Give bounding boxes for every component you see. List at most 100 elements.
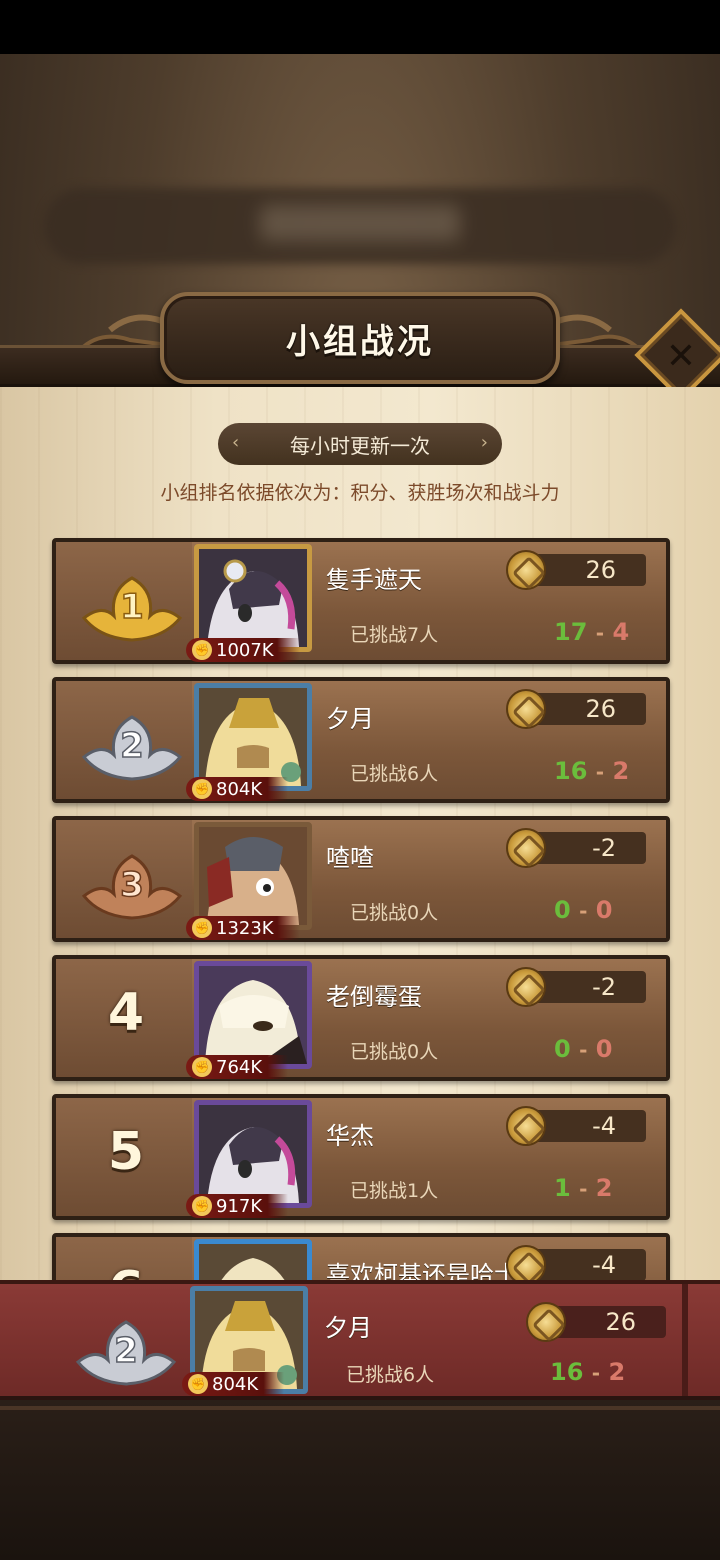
ranking-row[interactable]: 2 ✊ 804K 夕月 26 已挑战6人 16 - 2 — [52, 677, 670, 803]
self-bar-edge — [682, 1284, 688, 1396]
record-separator: - — [595, 760, 605, 784]
player-name: 夕月 — [324, 1314, 372, 1342]
avatar-portrait — [199, 549, 307, 647]
power-value: 764K — [216, 1056, 263, 1078]
rank-number: 1 — [120, 587, 144, 627]
title-plaque: 小组战况 — [160, 292, 560, 384]
player-name: 喳喳 — [326, 844, 374, 872]
ranking-row[interactable]: 6 喜欢柯基还是哈士奇 -4 — [52, 1233, 670, 1280]
score-emblem-icon — [506, 689, 546, 729]
bronze-medal-icon: 3 — [81, 854, 183, 920]
losses: 0 — [595, 1035, 613, 1063]
score-emblem-icon — [506, 550, 546, 590]
win-loss-record: 16 - 2 — [550, 1358, 625, 1386]
record-separator: - — [579, 899, 588, 923]
record-separator: - — [591, 1361, 601, 1385]
score-emblem-icon — [526, 1302, 566, 1342]
gold-medal-icon: 1 — [81, 576, 183, 642]
ranking-row[interactable]: 4 ✊ 764K 老倒霉蛋 -2 已挑战0人 0 - 0 — [52, 955, 670, 1081]
rank-number: 6 — [56, 1261, 196, 1280]
fist-icon: ✊ — [192, 1196, 212, 1216]
losses: 4 — [612, 618, 630, 646]
win-loss-record: 0 - 0 — [554, 896, 612, 924]
blurred-background-title — [260, 205, 460, 241]
wins: 17 — [554, 618, 588, 646]
ranking-row[interactable]: 3 ✊ 1323K 喳喳 -2 已挑战0人 0 - 0 — [52, 816, 670, 942]
challenged-count: 已挑战6人 — [350, 763, 439, 785]
score-emblem-icon — [506, 1245, 546, 1280]
power-value: 804K — [212, 1373, 259, 1395]
losses: 2 — [595, 1174, 613, 1202]
chevron-left-icon: ‹ — [232, 432, 240, 453]
challenged-count: 已挑战0人 — [350, 902, 439, 924]
wins: 0 — [554, 896, 571, 924]
rank-number: 4 — [107, 983, 145, 1043]
challenged-count: 已挑战1人 — [350, 1180, 439, 1202]
ranking-list[interactable]: 1 ✊ 1007K 隻手遮天 2 6 已挑战7人 17 - 4 2 ✊ 804K … — [0, 530, 720, 1280]
avatar-portrait — [199, 1105, 307, 1203]
avatar-portrait — [199, 966, 307, 1064]
power-value: 917K — [216, 1195, 263, 1217]
avatar[interactable] — [194, 544, 312, 652]
losses: 0 — [595, 896, 613, 924]
rank-number: 3 — [120, 865, 144, 905]
fist-icon: ✊ — [192, 779, 212, 799]
record-separator: - — [595, 621, 605, 645]
record-separator: - — [579, 1177, 588, 1201]
power-badge: ✊ 764K — [186, 1055, 289, 1079]
fist-icon: ✊ — [188, 1374, 208, 1394]
update-note: 每小时更新一次 — [290, 433, 430, 458]
score-emblem-icon — [506, 1106, 546, 1146]
losses: 2 — [608, 1358, 626, 1386]
update-note-pill: ‹ 每小时更新一次 › — [218, 423, 502, 465]
win-loss-record: 0 - 0 — [554, 1035, 612, 1063]
power-badge: ✊ 917K — [186, 1194, 289, 1218]
wins: 1 — [554, 1174, 571, 1202]
rank-number: 2 — [114, 1331, 138, 1371]
rank-number: 2 — [120, 726, 144, 766]
challenged-count: 已挑战7人 — [350, 624, 439, 646]
challenged-count: 已挑战0人 — [350, 1041, 439, 1063]
avatar-portrait — [199, 1244, 307, 1280]
close-icon[interactable]: ✕ — [655, 330, 707, 382]
avatar-portrait — [199, 688, 307, 786]
status-bar — [0, 0, 720, 54]
win-loss-record: 16 - 2 — [554, 757, 629, 785]
avatar[interactable] — [194, 1239, 312, 1280]
power-badge: ✊ 804K — [186, 777, 289, 801]
power-badge: ✊ 1007K — [186, 638, 300, 662]
silver-medal-icon: 2 — [81, 715, 183, 781]
dialog-title: 小组战况 — [286, 321, 434, 362]
record-separator: - — [579, 1038, 588, 1062]
ranking-row[interactable]: 5 ✊ 917K 华杰 -4 已挑战1人 1 - 2 — [52, 1094, 670, 1220]
win-loss-record: 1 - 2 — [554, 1174, 612, 1202]
player-name: 老倒霉蛋 — [326, 983, 422, 1011]
chevron-right-icon: › — [480, 432, 488, 453]
fist-icon: ✊ — [192, 640, 212, 660]
avatar[interactable] — [194, 961, 312, 1069]
wins: 16 — [550, 1358, 584, 1386]
power-badge: ✊ 804K — [182, 1372, 285, 1396]
power-value: 1007K — [216, 639, 274, 661]
self-rank-bar[interactable]: 2 ✊ 804K 夕月 26 已挑战6人 16 - 2 — [0, 1280, 720, 1400]
wins: 0 — [554, 1035, 571, 1063]
avatar[interactable] — [194, 683, 312, 791]
power-value: 804K — [216, 778, 263, 800]
fist-icon: ✊ — [192, 918, 212, 938]
challenged-count: 已挑战6人 — [346, 1364, 435, 1386]
wins: 16 — [554, 757, 588, 785]
score-emblem-icon — [506, 828, 546, 868]
ranking-row[interactable]: 1 ✊ 1007K 隻手遮天 26 已挑战7人 17 - 4 — [52, 538, 670, 664]
score-emblem-icon — [506, 967, 546, 1007]
rank-number: 5 — [107, 1122, 145, 1182]
ranking-rule: 小组排名依据依次为：积分、获胜场次和战斗力 — [160, 482, 560, 504]
player-name: 隻手遮天 — [326, 566, 422, 594]
avatar-portrait — [199, 827, 307, 925]
player-name: 夕月 — [326, 705, 374, 733]
losses: 2 — [612, 757, 630, 785]
avatar[interactable] — [194, 1100, 312, 1208]
bottom-frame — [0, 1400, 720, 1560]
player-name: 华杰 — [326, 1122, 374, 1150]
silver-medal-icon: 2 — [75, 1320, 177, 1386]
avatar[interactable] — [194, 822, 312, 930]
